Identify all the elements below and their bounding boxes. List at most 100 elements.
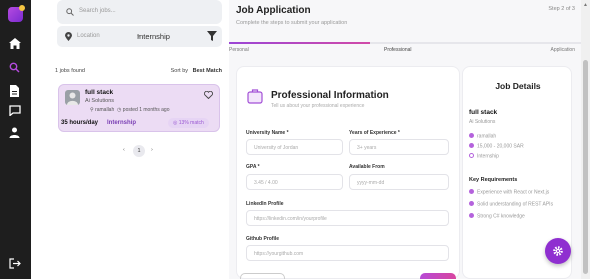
- page-subtitle: Complete the steps to submit your applic…: [236, 20, 348, 26]
- details-type-text: Internship: [477, 153, 499, 160]
- next-page-button[interactable]: ›: [151, 147, 153, 153]
- form-title: Professional Information: [271, 90, 389, 101]
- settings-fab[interactable]: [545, 238, 571, 264]
- available-from-label: Available From: [349, 164, 385, 170]
- next-button[interactable]: [420, 273, 456, 279]
- university-placeholder: University of Jordan: [254, 145, 299, 151]
- github-placeholder: https://yourgithub.com: [254, 251, 304, 257]
- document-icon[interactable]: [9, 85, 20, 97]
- requirements-heading: Key Requirements: [469, 177, 518, 183]
- requirement-text: Solid understanding of REST APIs: [477, 201, 554, 208]
- progress-fill: [229, 42, 370, 44]
- match-text: 13% match: [178, 120, 204, 126]
- job-details-heading: Job Details: [495, 81, 541, 91]
- details-job-title: full stack: [469, 109, 498, 116]
- page-number-current[interactable]: 1: [133, 145, 145, 157]
- requirement-text: Strong C# knowledge: [477, 213, 525, 220]
- prev-page-button[interactable]: ‹: [123, 147, 125, 153]
- details-type: Internship: [469, 153, 499, 160]
- gpa-label: GPA *: [246, 164, 260, 170]
- dollar-icon: [469, 143, 474, 148]
- search-icon: [66, 8, 74, 16]
- page-scrollbar[interactable]: ▲: [581, 0, 590, 279]
- experience-placeholder: 3+ years: [357, 145, 377, 151]
- requirement-text: Experience with React or Next.js: [477, 189, 550, 196]
- chevron-down-icon: ▾: [137, 34, 141, 40]
- location-input[interactable]: Location: [57, 26, 127, 47]
- details-salary: 15,000 - 20,000 SAR: [469, 143, 524, 150]
- linkedin-field[interactable]: https://linkedin.com/in/yourprofile: [246, 210, 449, 226]
- location-pin-icon: ⚲: [90, 107, 94, 113]
- application-panel: Job Application Complete the steps to su…: [229, 0, 581, 279]
- target-icon: ◎: [173, 120, 178, 126]
- check-circle-icon: [469, 213, 474, 218]
- experience-label: Years of Experience *: [349, 130, 400, 136]
- results-count: 1 jobs found: [55, 68, 85, 74]
- job-hours: 35 hours/day: [61, 120, 99, 126]
- results-bar: 1 jobs found Sort by Best Match: [55, 68, 222, 74]
- check-circle-icon: [469, 189, 474, 194]
- chat-icon[interactable]: [9, 105, 21, 116]
- sort-value: Best Match: [192, 68, 222, 74]
- sort-label: Sort by: [170, 68, 189, 74]
- clock-icon: ◷: [117, 107, 122, 113]
- gpa-placeholder: 3.45 / 4.00: [254, 180, 278, 186]
- details-salary-text: 15,000 - 20,000 SAR: [477, 143, 524, 150]
- company-avatar: [65, 90, 80, 105]
- job-location: ramallah: [95, 107, 115, 113]
- back-button[interactable]: [240, 273, 285, 279]
- requirement-item: Experience with React or Next.js: [469, 189, 549, 196]
- scrollbar-thumb[interactable]: [583, 60, 588, 274]
- step-indicator: Step 2 of 3: [548, 6, 575, 12]
- available-from-placeholder: yyyy-mm-dd: [357, 180, 385, 186]
- job-meta: ⚲ ramallah ◷ posted 1 months ago: [90, 107, 170, 113]
- available-from-field[interactable]: yyyy-mm-dd: [349, 174, 449, 190]
- scroll-up-icon[interactable]: ▲: [583, 2, 588, 8]
- form-subtitle: Tell us about your professional experien…: [271, 103, 365, 109]
- filter-icon: [207, 31, 217, 41]
- experience-field[interactable]: 3+ years: [349, 139, 449, 155]
- location-placeholder: Location: [77, 33, 100, 39]
- github-label: Github Profile: [246, 236, 280, 242]
- user-icon[interactable]: [9, 127, 20, 138]
- filter-row: Location Internship ▾: [57, 26, 222, 47]
- requirement-item: Strong C# knowledge: [469, 213, 525, 220]
- check-circle-icon: [469, 201, 474, 206]
- university-field[interactable]: University of Jordan: [246, 139, 343, 155]
- step-personal[interactable]: Personal: [229, 47, 249, 53]
- user-icon: [67, 92, 78, 105]
- university-label: University Name *: [246, 130, 289, 136]
- details-company: Ai Solutions: [469, 119, 496, 125]
- job-search-column: Search jobs... Location Internship ▾ 1 j…: [55, 0, 222, 279]
- filter-button[interactable]: [202, 26, 222, 47]
- professional-info-form: Professional Information Tell us about y…: [236, 66, 460, 279]
- details-location-text: ramallah: [477, 133, 497, 140]
- step-application[interactable]: Application: [551, 47, 575, 53]
- briefcase-icon: [247, 89, 263, 104]
- logout-icon[interactable]: [9, 258, 21, 269]
- search-icon[interactable]: [9, 62, 20, 73]
- requirement-item: Solid understanding of REST APIs: [469, 201, 553, 208]
- job-type-select[interactable]: Internship ▾: [127, 26, 202, 47]
- logo-icon[interactable]: [8, 5, 25, 22]
- search-placeholder: Search jobs...: [79, 8, 116, 14]
- sort-control[interactable]: Sort by Best Match: [171, 68, 222, 74]
- details-location: ramallah: [469, 133, 496, 140]
- job-title: full stack: [85, 89, 114, 96]
- linkedin-placeholder: https://linkedin.com/in/yourprofile: [254, 216, 327, 222]
- job-type-tag: Internship: [107, 120, 137, 126]
- gpa-field[interactable]: 3.45 / 4.00: [246, 174, 343, 190]
- heart-icon[interactable]: [204, 91, 213, 99]
- search-input[interactable]: Search jobs...: [57, 0, 222, 24]
- location-pin-icon: [469, 133, 474, 138]
- job-card[interactable]: full stack Ai Solutions ⚲ ramallah ◷ pos…: [58, 84, 220, 132]
- step-professional[interactable]: Professional: [384, 47, 412, 53]
- github-field[interactable]: https://yourgithub.com: [246, 245, 449, 261]
- page-title: Job Application: [236, 5, 311, 16]
- pagination: ‹ 1 ›: [123, 145, 173, 157]
- clock-icon: [469, 153, 474, 158]
- location-pin-icon: [65, 32, 72, 41]
- home-icon[interactable]: [9, 38, 21, 49]
- job-company: Ai Solutions: [85, 98, 115, 104]
- match-badge: ◎ 13% match: [168, 118, 209, 128]
